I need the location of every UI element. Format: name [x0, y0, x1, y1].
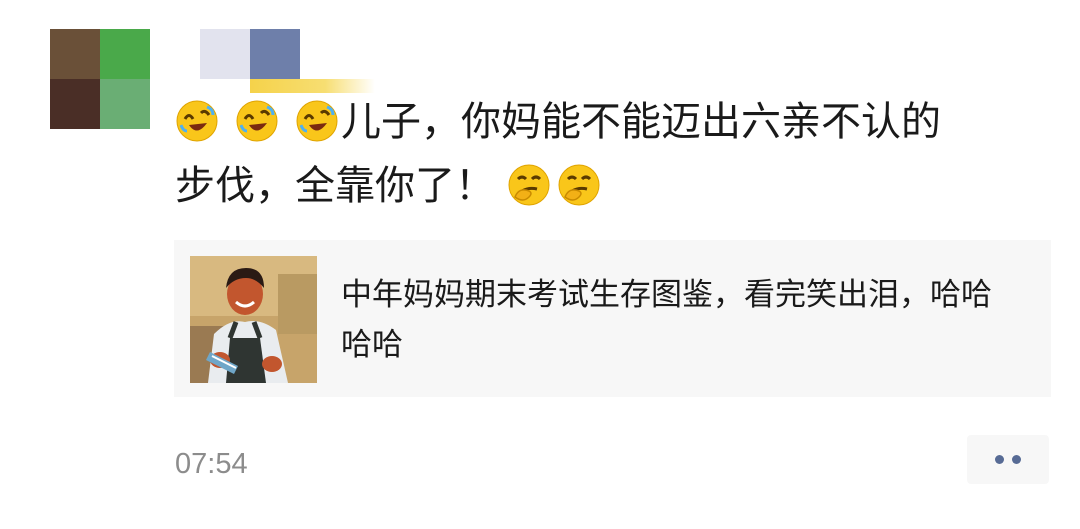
post-text-line2: 步伐，全靠你了！: [175, 163, 495, 209]
avatar-tile: [50, 29, 100, 79]
avatar-tile: [100, 79, 150, 129]
post-timestamp: 07:54: [175, 448, 248, 480]
smirk-emoji-icon: [507, 163, 551, 207]
avatar[interactable]: [50, 29, 150, 129]
user-name-blurred[interactable]: [200, 29, 300, 79]
name-tile: [250, 29, 300, 79]
more-actions-button[interactable]: [967, 435, 1049, 484]
avatar-tile: [50, 79, 100, 129]
two-dots-icon: [995, 455, 1004, 464]
rofl-emoji-icon: [175, 99, 219, 143]
shared-link-card[interactable]: 中年妈妈期末考试生存图鉴，看完笑出泪，哈哈哈哈: [174, 240, 1051, 397]
rofl-emoji-icon: [295, 99, 339, 143]
post-text-line1: 儿子，你妈能不能迈出六亲不认的: [341, 99, 941, 145]
rofl-emoji-icon: [235, 99, 279, 143]
link-title: 中年妈妈期末考试生存图鉴，看完笑出泪，哈哈哈哈: [341, 277, 992, 363]
link-thumbnail: [190, 256, 317, 383]
post-text: 儿子，你妈能不能迈出六亲不认的步伐，全靠你了！: [175, 90, 1045, 218]
smirk-emoji-icon: [557, 163, 601, 207]
avatar-tile: [100, 29, 150, 79]
name-tile: [200, 29, 250, 79]
two-dots-icon: [1012, 455, 1021, 464]
